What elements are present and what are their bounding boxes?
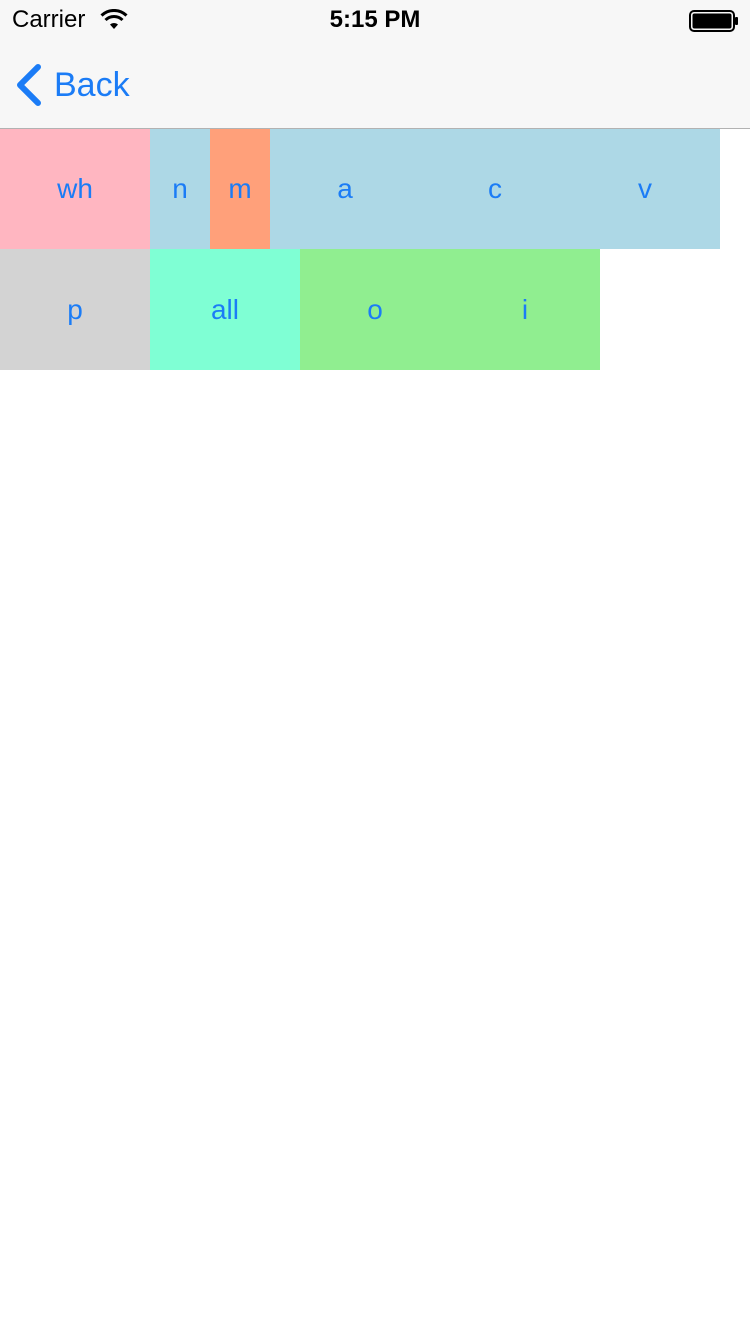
chevron-left-icon	[17, 64, 41, 106]
tile-wh[interactable]: wh	[0, 129, 150, 249]
tile-label-all: all	[210, 293, 239, 325]
tile-label-c: c	[488, 173, 502, 204]
tile-label-i: i	[521, 293, 529, 325]
navigation-bar: Back	[0, 40, 750, 129]
tile-label-v: v	[638, 173, 652, 204]
tile-label-n: n	[172, 173, 188, 204]
tile-p[interactable]: p	[0, 249, 150, 370]
tile-label-m: m	[228, 173, 252, 204]
tile-c[interactable]: c	[420, 129, 570, 249]
battery-icon	[689, 10, 738, 32]
back-button[interactable]: Back	[14, 62, 130, 108]
tile-m[interactable]: m	[210, 129, 270, 249]
tile-v[interactable]: v	[570, 129, 720, 249]
tile-a[interactable]: a	[270, 129, 420, 249]
tile-label-p: p	[67, 293, 83, 325]
tile-all[interactable]: all	[150, 249, 300, 370]
tile-i[interactable]: i	[450, 249, 600, 370]
back-label: Back	[54, 66, 130, 104]
tile-label-a: a	[337, 173, 353, 204]
status-time: 5:15 PM	[329, 6, 421, 33]
tile-label-wh: wh	[57, 173, 93, 204]
tile-label-o: o	[367, 293, 383, 325]
status-bar: Carrier 5:15 PM	[0, 0, 750, 40]
tile-n[interactable]: n	[150, 129, 210, 249]
tile-o[interactable]: o	[300, 249, 450, 370]
